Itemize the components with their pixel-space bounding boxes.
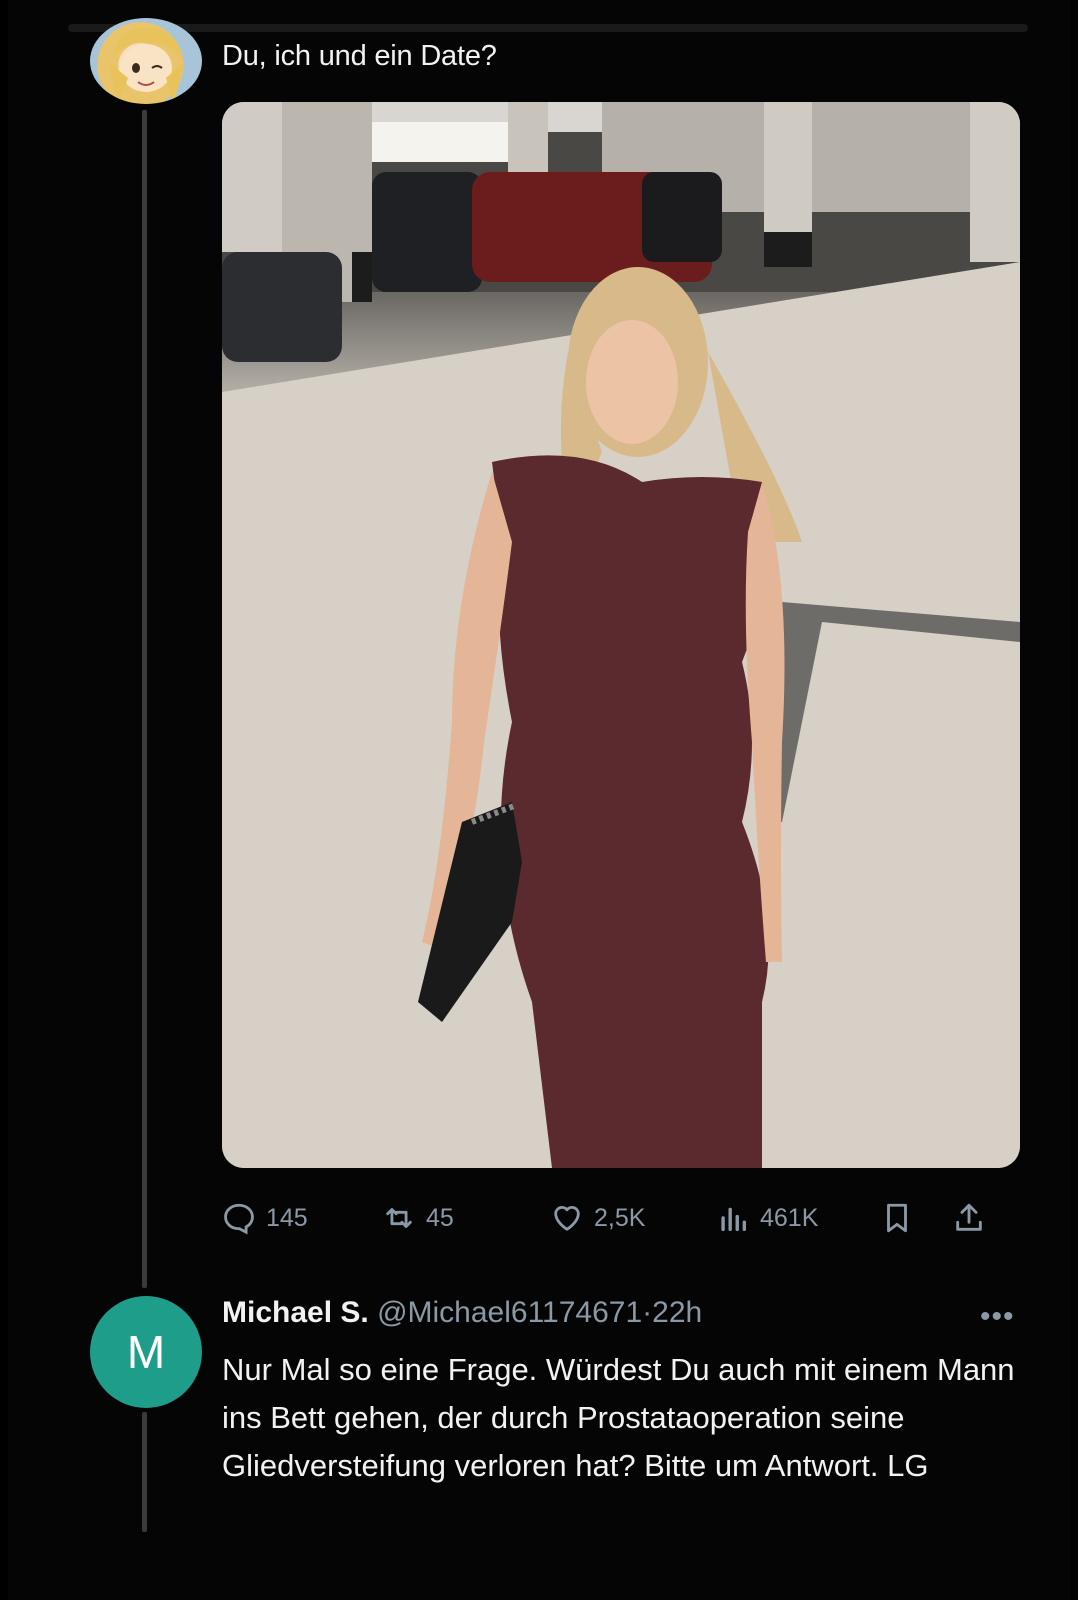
more-icon[interactable]: ••• xyxy=(980,1300,1015,1334)
reply-author-handle[interactable]: @Michael61174671 xyxy=(377,1296,642,1329)
reply-count: 145 xyxy=(266,1203,308,1232)
reply-text: Nur Mal so eine Frage. Würdest Du auch m… xyxy=(222,1352,1015,1483)
divider xyxy=(68,24,1028,32)
avatar[interactable] xyxy=(90,18,202,104)
parking-garage-photo xyxy=(222,102,1020,1168)
bookmark-button[interactable] xyxy=(880,1198,914,1238)
reply-time[interactable]: 22h xyxy=(652,1296,702,1329)
repost-count: 45 xyxy=(426,1203,454,1232)
views-count: 461K xyxy=(760,1203,819,1232)
thread-line xyxy=(142,110,147,1288)
reply-author-name[interactable]: Michael S. xyxy=(222,1296,369,1329)
separator: · xyxy=(642,1296,653,1329)
reply-header: Michael S. @Michael61174671·22h xyxy=(222,1296,702,1330)
reply-icon xyxy=(224,1203,254,1235)
avatar-letter: M xyxy=(126,1326,166,1378)
share-button[interactable] xyxy=(952,1198,986,1238)
tweet-photo[interactable] xyxy=(222,102,1020,1168)
share-icon xyxy=(956,1203,982,1231)
avatar-illustration xyxy=(108,27,184,104)
like-count: 2,5K xyxy=(594,1203,646,1232)
reply-avatar[interactable]: M xyxy=(90,1296,202,1408)
like-icon xyxy=(554,1206,580,1231)
reply-button[interactable]: 145 xyxy=(222,1198,308,1238)
repost-icon xyxy=(386,1208,412,1228)
views-icon xyxy=(721,1207,747,1232)
thread-line-reply xyxy=(142,1412,147,1532)
like-button[interactable]: 2,5K xyxy=(550,1198,645,1238)
repost-button[interactable]: 45 xyxy=(382,1198,454,1238)
bookmark-icon xyxy=(887,1203,907,1233)
tweet-text: Du, ich und ein Date? xyxy=(222,40,497,72)
tweet-actions: 145 45 2,5K 461K xyxy=(222,1198,1022,1238)
views-button[interactable]: 461K xyxy=(716,1198,818,1238)
app-frame: Du, ich und ein Date? 145 45 2,5K 461K M… xyxy=(8,0,1070,1600)
